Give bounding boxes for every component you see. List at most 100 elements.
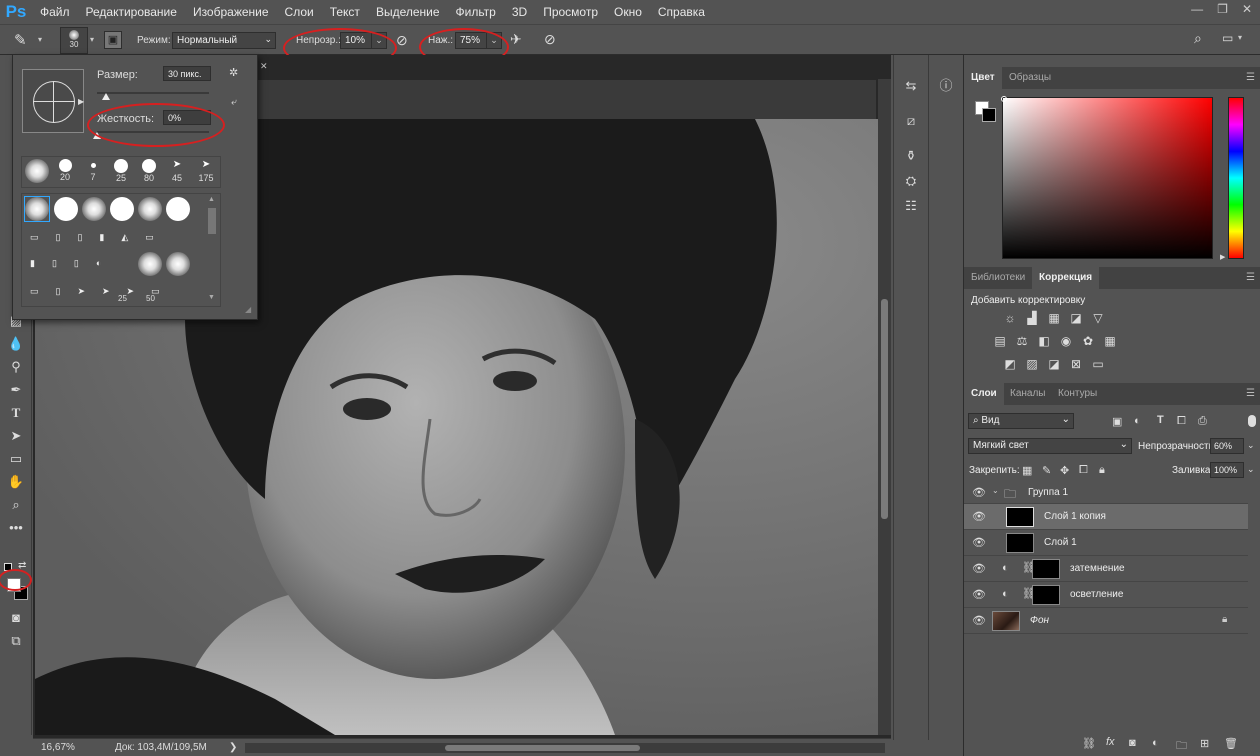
fx-icon[interactable]: fx: [1106, 736, 1115, 748]
mode-select[interactable]: Нормальный ⌄: [172, 32, 276, 49]
menu-image[interactable]: Изображение: [185, 0, 277, 24]
curves-icon[interactable]: ▦: [1046, 311, 1062, 325]
trash-icon[interactable]: 🗑︎: [1224, 737, 1238, 750]
posterize-icon[interactable]: ▨: [1024, 357, 1040, 371]
brush-preset[interactable]: [166, 197, 190, 221]
vibrance-icon[interactable]: ▽: [1090, 311, 1106, 325]
default-colors-icon[interactable]: [4, 563, 12, 571]
new-group-icon[interactable]: 🗀: [1176, 737, 1187, 756]
dodge-tool-icon[interactable]: ⚲: [6, 357, 26, 377]
color-lookup-icon[interactable]: ▦: [1102, 334, 1118, 348]
selected-brush-preset[interactable]: [24, 196, 50, 222]
selective-color-icon[interactable]: ⊠: [1068, 357, 1084, 371]
chevron-down-icon[interactable]: ▾: [38, 35, 42, 44]
layer-row-background[interactable]: 👁︎ Фон 🔒︎: [964, 608, 1248, 634]
layer-row-selected[interactable]: 👁︎ Слой 1 копия: [964, 504, 1248, 530]
chevron-down-icon[interactable]: ⌄: [1247, 464, 1255, 475]
vertical-scroll-thumb[interactable]: [881, 299, 888, 519]
pixel-filter-icon[interactable]: ▣: [1112, 415, 1122, 428]
layer-row[interactable]: 👁︎ ◐ ⛓ осветление: [964, 582, 1248, 608]
menu-file[interactable]: Файл: [32, 0, 78, 24]
size-slider-track[interactable]: [97, 92, 209, 94]
chevron-down-icon[interactable]: ⌄: [1247, 440, 1255, 451]
menu-layers[interactable]: Слои: [277, 0, 322, 24]
hand-tool-icon[interactable]: ✋: [6, 472, 26, 492]
horizontal-scrollbar[interactable]: [245, 743, 885, 753]
layer-opacity-input[interactable]: 60%: [1210, 438, 1244, 454]
quick-mask-icon[interactable]: ◙: [6, 608, 26, 628]
pressure-opacity-icon[interactable]: ⊘: [396, 32, 408, 49]
brush-settings-icon[interactable]: ⧄: [902, 112, 920, 130]
close-button[interactable]: ✕: [1242, 2, 1252, 16]
color-field[interactable]: [1001, 96, 1213, 259]
recent-brush[interactable]: 20: [52, 159, 78, 182]
flow-dropdown[interactable]: ⌄: [486, 32, 502, 49]
brush-preset[interactable]: [110, 197, 134, 221]
menu-window[interactable]: Окно: [606, 0, 650, 24]
recent-brush[interactable]: [24, 159, 50, 183]
tab-correction[interactable]: Коррекция: [1032, 267, 1100, 289]
menu-3d[interactable]: 3D: [504, 0, 535, 24]
visibility-eye-icon[interactable]: 👁︎: [972, 536, 986, 550]
tab-paths[interactable]: Контуры: [1051, 383, 1104, 405]
layer-mask-thumbnail[interactable]: [1032, 559, 1060, 579]
visibility-eye-icon[interactable]: 👁︎: [972, 562, 986, 576]
lock-transparency-icon[interactable]: ▦: [1022, 464, 1032, 477]
threshold-icon[interactable]: ◪: [1046, 357, 1062, 371]
swap-colors-icon[interactable]: ⇄: [18, 560, 26, 571]
path-selection-tool-icon[interactable]: ➤: [6, 426, 26, 446]
layer-filter-select[interactable]: ⌕ Вид ⌄: [968, 413, 1074, 429]
layer-row[interactable]: 👁︎ ◐ ⛓ затемнение: [964, 556, 1248, 582]
more-tools-icon[interactable]: •••: [6, 518, 26, 538]
background-color-swatch[interactable]: [982, 108, 996, 122]
smart-object-filter-icon[interactable]: ⎙: [1198, 415, 1207, 428]
menu-help[interactable]: Справка: [650, 0, 713, 24]
visibility-eye-icon[interactable]: 👁︎: [972, 588, 986, 602]
brush-grid-scroll-thumb[interactable]: [208, 208, 216, 234]
brush-preset[interactable]: [54, 197, 78, 221]
close-tab-icon[interactable]: ✕: [260, 61, 268, 72]
recent-brush[interactable]: 80: [136, 159, 162, 183]
fill-input[interactable]: 100%: [1210, 462, 1244, 478]
visibility-eye-icon[interactable]: 👁︎: [972, 510, 986, 524]
hue-marker-icon[interactable]: ▶: [1220, 253, 1225, 261]
brush-preset-row[interactable]: ▮▯▯◐: [30, 258, 140, 270]
layer-row-group[interactable]: 👁︎ ⌄ 🗀 Группа 1: [964, 482, 1248, 504]
color-balance-icon[interactable]: ⚖: [1014, 334, 1030, 348]
lock-pixels-icon[interactable]: ✎: [1042, 464, 1051, 477]
brush-preset[interactable]: [138, 252, 162, 276]
foreground-color-swatch[interactable]: [7, 578, 21, 592]
clone-source-icon[interactable]: ⚱: [902, 147, 920, 165]
airbrush-icon[interactable]: ✈: [510, 31, 522, 48]
visibility-eye-icon[interactable]: 👁︎: [972, 614, 986, 628]
hardness-input[interactable]: 0%: [163, 110, 211, 125]
panel-menu-icon[interactable]: ☰: [1246, 388, 1255, 399]
visibility-eye-icon[interactable]: 👁︎: [972, 486, 986, 500]
filter-toggle[interactable]: [1248, 415, 1256, 427]
hue-saturation-icon[interactable]: ▤: [992, 334, 1008, 348]
properties-icon[interactable]: ☷: [902, 197, 920, 215]
panel-menu-icon[interactable]: ☰: [1246, 272, 1255, 283]
chevron-down-icon[interactable]: ▾: [1238, 33, 1242, 42]
workspace-icon[interactable]: ▭: [1222, 31, 1233, 45]
levels-icon[interactable]: ▟: [1024, 311, 1040, 325]
screen-mode-icon[interactable]: ⧉: [6, 631, 26, 651]
recent-brush[interactable]: ➤ 45: [164, 159, 190, 183]
brush-preset-picker[interactable]: 30: [60, 27, 88, 54]
layer-mask-thumbnail[interactable]: [1032, 585, 1060, 605]
zoom-level[interactable]: 16,67%: [41, 742, 75, 753]
status-menu-arrow[interactable]: ❯: [229, 742, 237, 753]
hue-slider[interactable]: [1228, 97, 1244, 259]
menu-filter[interactable]: Фильтр: [448, 0, 504, 24]
shape-filter-icon[interactable]: ⧠: [1177, 415, 1186, 428]
blend-mode-select[interactable]: Мягкий свет ⌄: [968, 438, 1132, 454]
brush-preset[interactable]: [138, 197, 162, 221]
menu-view[interactable]: Просмотр: [535, 0, 606, 24]
exposure-icon[interactable]: ◪: [1068, 311, 1084, 325]
type-filter-icon[interactable]: T: [1157, 414, 1164, 426]
brightness-icon[interactable]: ☼: [1002, 311, 1018, 325]
tab-swatches[interactable]: Образцы: [1002, 67, 1058, 89]
tab-color[interactable]: Цвет: [964, 67, 1002, 89]
gradient-map-icon[interactable]: ▭: [1090, 357, 1106, 371]
hardness-slider-track[interactable]: [97, 131, 209, 133]
